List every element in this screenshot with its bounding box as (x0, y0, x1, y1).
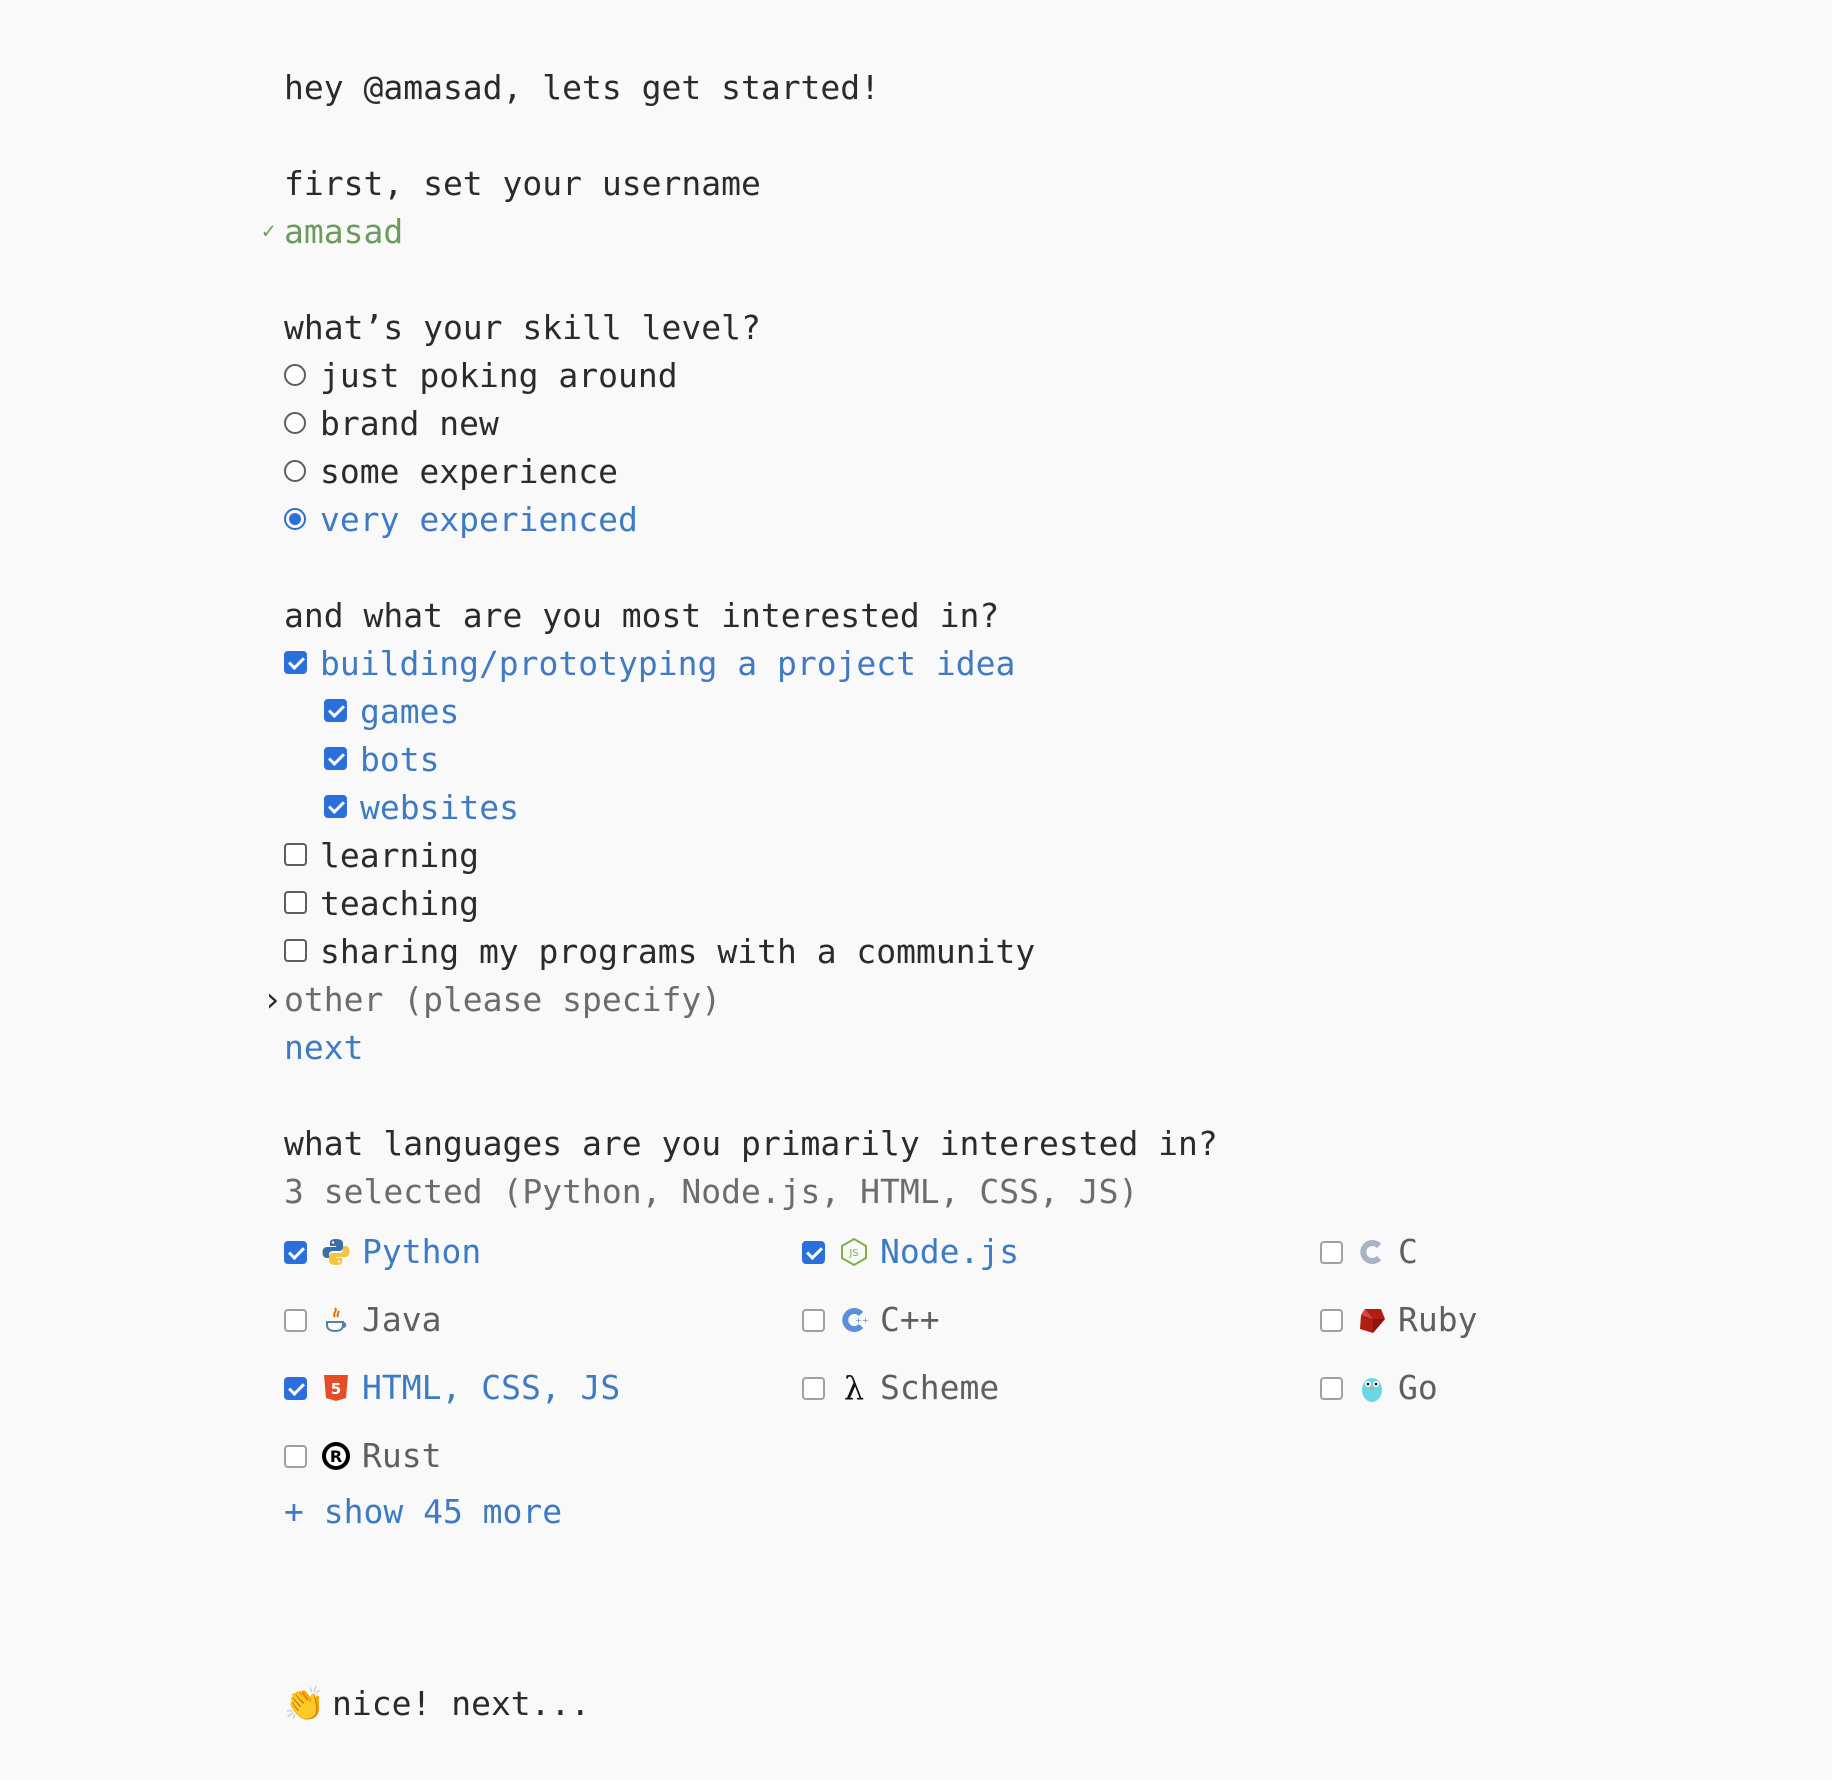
skill-option-brand-new[interactable]: brand new (284, 400, 499, 448)
show-more-button[interactable]: + show 45 more (284, 1488, 562, 1536)
chevron-right-icon: › (262, 980, 283, 1020)
interest-games[interactable]: games (324, 688, 459, 736)
checkbox-icon[interactable] (1320, 1308, 1343, 1332)
other-input[interactable]: other (please specify) (284, 976, 721, 1024)
checkbox-checked-icon[interactable] (284, 651, 307, 674)
svg-text:++: ++ (855, 1316, 868, 1325)
checkbox-icon[interactable] (802, 1308, 825, 1332)
interest-bots[interactable]: bots (324, 736, 439, 784)
greeting: hey @amasad, lets get started! (284, 68, 881, 107)
nodejs-icon: JS (838, 1236, 870, 1268)
skill-option-poking[interactable]: just poking around (284, 352, 678, 400)
html5-icon: 5 (320, 1372, 352, 1404)
gopher-icon (1356, 1372, 1388, 1404)
svg-text:5: 5 (331, 1380, 341, 1398)
languages-question: what languages are you primarily interes… (284, 1124, 1218, 1163)
checkbox-icon[interactable] (284, 1308, 307, 1332)
ruby-icon (1356, 1304, 1388, 1336)
checkbox-checked-icon[interactable] (284, 1240, 307, 1264)
skill-option-very-experienced[interactable]: very experienced (284, 496, 638, 544)
checkbox-checked-icon[interactable] (324, 747, 347, 770)
language-go[interactable]: Go (1320, 1364, 1438, 1412)
radio-icon[interactable] (284, 363, 306, 386)
language-nodejs[interactable]: JS Node.js (802, 1228, 1019, 1276)
language-c[interactable]: C (1320, 1228, 1418, 1276)
footer-message: 👏 nice! next... (284, 1680, 590, 1728)
checkbox-icon[interactable] (284, 891, 307, 914)
language-scheme[interactable]: λ Scheme (802, 1364, 999, 1412)
checkbox-icon[interactable] (284, 843, 307, 866)
checkbox-icon[interactable] (1320, 1240, 1343, 1264)
rust-icon: R (320, 1440, 352, 1472)
interests-question: and what are you most interested in? (284, 596, 1000, 635)
lambda-icon: λ (843, 1369, 865, 1407)
language-java[interactable]: Java (284, 1296, 441, 1344)
radio-icon[interactable] (284, 459, 306, 482)
python-icon (320, 1236, 352, 1268)
checkbox-icon[interactable] (1320, 1376, 1343, 1400)
checkbox-checked-icon[interactable] (284, 1376, 307, 1400)
languages-selected-summary: 3 selected (Python, Node.js, HTML, CSS, … (284, 1172, 1139, 1211)
svg-text:R: R (330, 1447, 342, 1466)
interest-building[interactable]: building/prototyping a project idea (284, 640, 1015, 688)
radio-selected-icon[interactable] (284, 507, 306, 530)
cpp-icon: ++ (838, 1304, 870, 1336)
skill-question: what’s your skill level? (284, 308, 761, 347)
username-value[interactable]: amasad (284, 208, 403, 256)
check-icon: ✓ (262, 219, 276, 244)
checkbox-checked-icon[interactable] (324, 699, 347, 722)
interest-sharing[interactable]: sharing my programs with a community (284, 928, 1035, 976)
checkbox-icon[interactable] (284, 1444, 307, 1468)
checkbox-icon[interactable] (284, 939, 307, 962)
interest-websites[interactable]: websites (324, 784, 519, 832)
language-python[interactable]: Python (284, 1228, 481, 1276)
java-icon (320, 1304, 352, 1336)
language-cpp[interactable]: ++ C++ (802, 1296, 940, 1344)
language-rust[interactable]: R Rust (284, 1432, 441, 1480)
c-icon (1356, 1236, 1388, 1268)
clapping-hands-icon: 👏 (284, 1684, 326, 1723)
radio-icon[interactable] (284, 411, 306, 434)
interest-learning[interactable]: learning (284, 832, 479, 880)
next-button[interactable]: next (284, 1024, 363, 1072)
skill-option-some-experience[interactable]: some experience (284, 448, 618, 496)
svg-text:JS: JS (848, 1248, 858, 1259)
checkbox-checked-icon[interactable] (324, 795, 347, 818)
interest-teaching[interactable]: teaching (284, 880, 479, 928)
checkbox-checked-icon[interactable] (802, 1240, 825, 1264)
checkbox-icon[interactable] (802, 1376, 825, 1400)
language-html-css-js[interactable]: 5 HTML, CSS, JS (284, 1364, 620, 1412)
language-ruby[interactable]: Ruby (1320, 1296, 1477, 1344)
username-prompt: first, set your username (284, 164, 761, 203)
